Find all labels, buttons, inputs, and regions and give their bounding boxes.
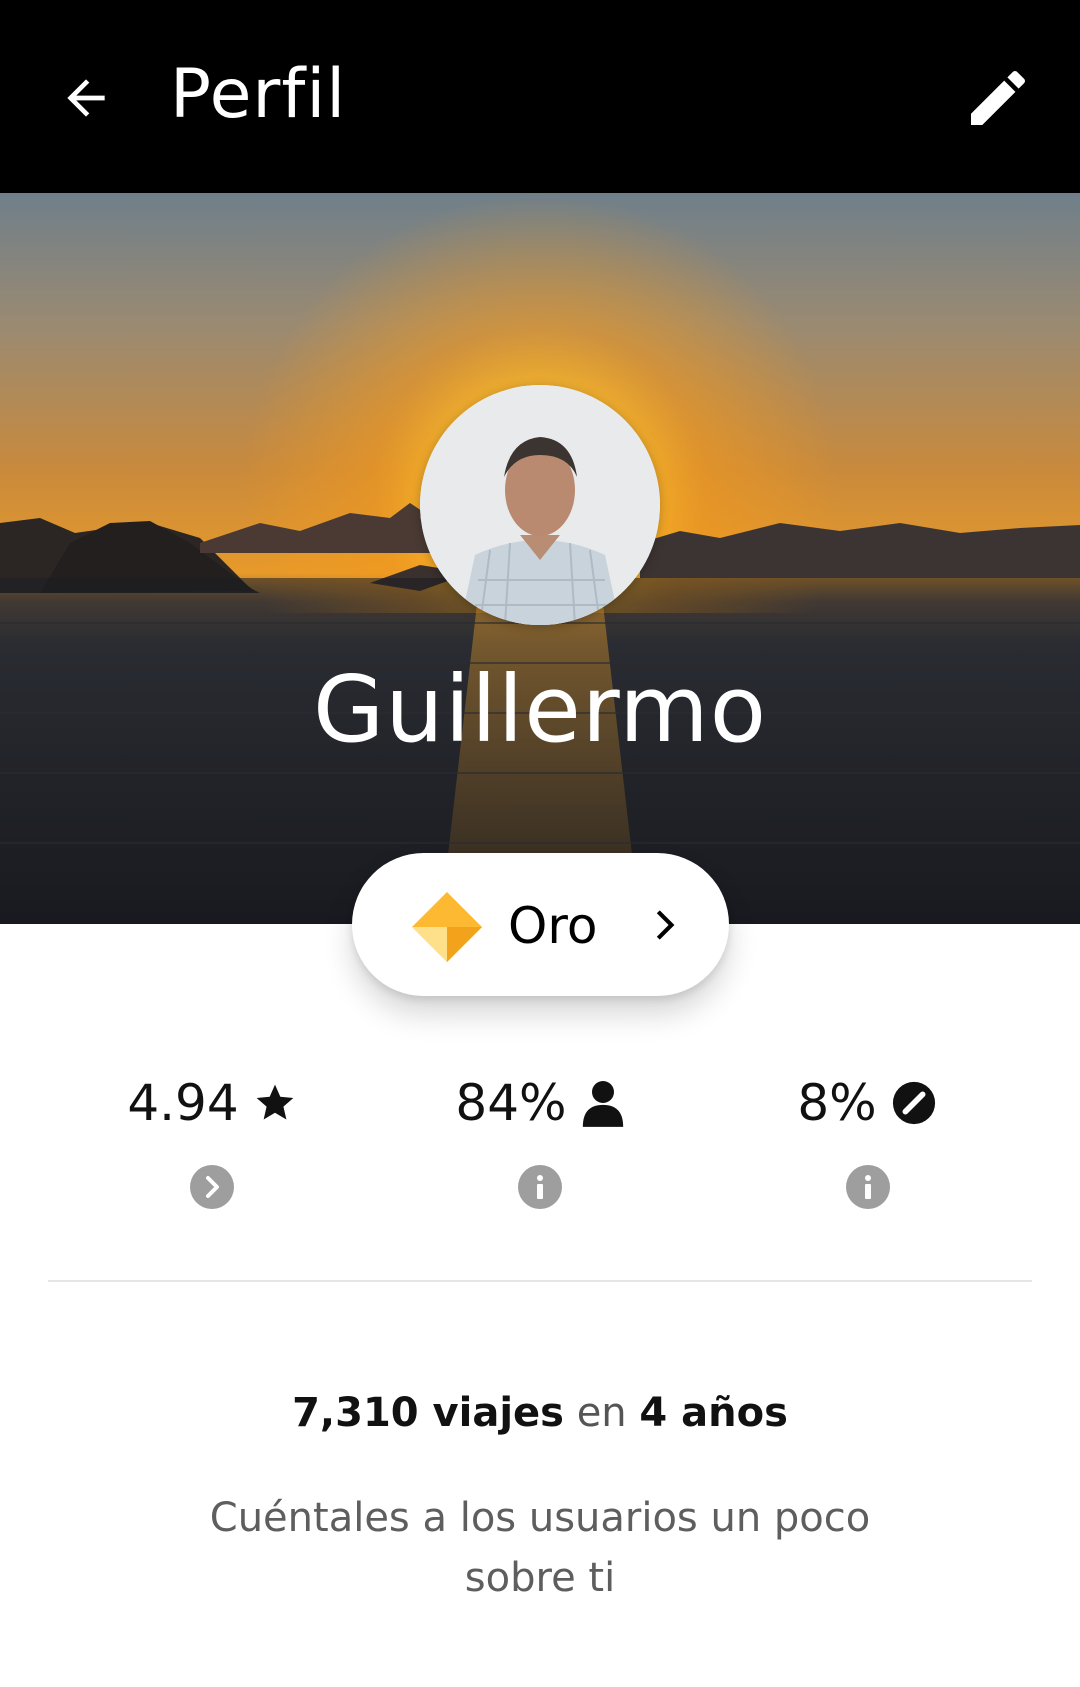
trips-count: 7,310 viajes (292, 1390, 564, 1436)
diamond-icon (412, 892, 482, 962)
acceptance-stat: 84% (380, 1068, 700, 1138)
user-name: Guillermo (313, 656, 767, 763)
page-title: Perfil (170, 55, 347, 134)
arrow-left-icon (67, 79, 105, 117)
profile-screen: Perfil Guillermo Oro 4.94 84% 8% 7,310 v… (0, 0, 1080, 1687)
cancellation-stat: 8% (707, 1068, 1027, 1138)
info-icon[interactable] (846, 1165, 890, 1209)
tier-label: Oro (508, 897, 598, 955)
tier-button[interactable]: Oro (352, 853, 729, 996)
back-button[interactable] (48, 60, 124, 136)
trips-summary: 7,310 viajes en 4 años (0, 1378, 1080, 1448)
rating-stat: 4.94 (52, 1068, 372, 1138)
cancel-icon (892, 1081, 935, 1125)
person-icon (582, 1081, 623, 1127)
top-app-bar: Perfil (0, 0, 1080, 193)
trips-connector: en (576, 1390, 627, 1436)
about-me-prompt[interactable]: Cuéntales a los usuarios un poco sobre t… (150, 1488, 930, 1608)
acceptance-value: 84% (455, 1074, 567, 1132)
chevron-right-circle-icon[interactable] (190, 1165, 234, 1209)
pencil-icon (971, 70, 1026, 125)
years-count: 4 años (639, 1390, 788, 1436)
cancellation-value: 8% (797, 1074, 877, 1132)
edit-profile-button[interactable] (958, 58, 1038, 138)
star-icon (256, 1084, 293, 1120)
avatar[interactable] (420, 385, 660, 625)
info-icon[interactable] (518, 1165, 562, 1209)
chevron-right-icon (656, 910, 675, 940)
rating-value: 4.94 (127, 1074, 239, 1132)
divider (48, 1280, 1032, 1282)
